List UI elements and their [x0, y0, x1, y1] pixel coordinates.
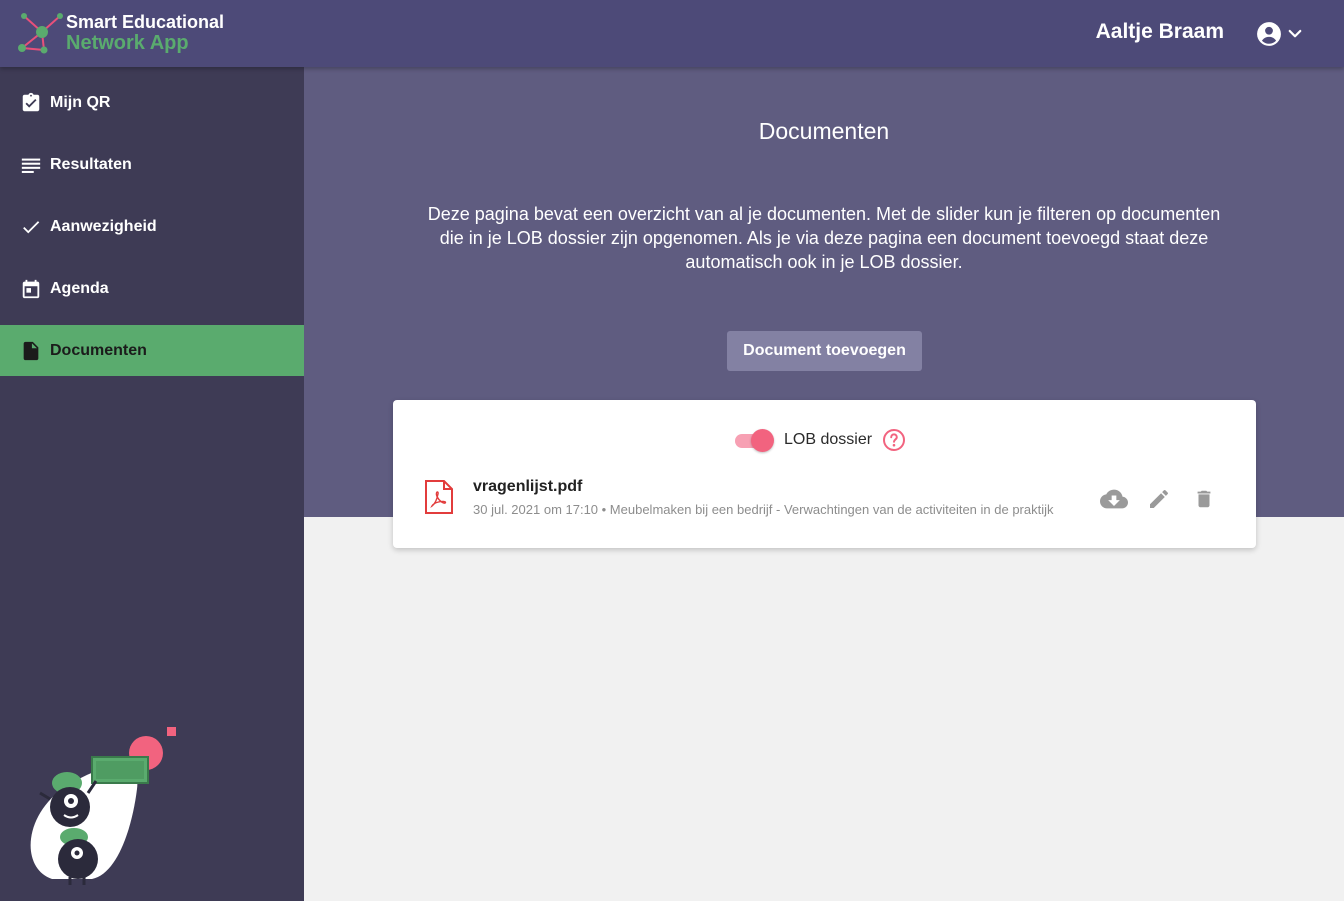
sidebar-item-label: Resultaten	[50, 155, 132, 173]
pencil-icon	[1150, 489, 1169, 508]
logo-title-line1: Smart Educational	[66, 12, 225, 32]
app-logo[interactable]: Smart Educational Network App	[16, 10, 256, 58]
trash-icon	[1197, 490, 1211, 508]
sidebar-item-aanwezigheid[interactable]: Aanwezigheid	[0, 201, 304, 252]
page-intro-text: Deze pagina bevat een overzicht van al j…	[427, 204, 1221, 272]
top-bar: Smart Educational Network App Aaltje Bra…	[0, 0, 1344, 67]
sidebar-item-agenda[interactable]: Agenda	[0, 263, 304, 314]
account-circle-icon	[1257, 22, 1281, 46]
mascot-illustration	[30, 727, 176, 885]
document-row[interactable]: vragenlijst.pdf 30 jul. 2021 om 17:10 • …	[423, 476, 1233, 524]
sidebar-item-label: Aanwezigheid	[50, 217, 157, 235]
lob-dossier-toggle[interactable]	[733, 428, 775, 452]
logo-title-line2: Network App	[66, 32, 189, 54]
lob-filter: LOB dossier	[733, 428, 906, 452]
account-menu-button[interactable]	[1256, 20, 1308, 48]
documents-card: LOB dossier vragenlijst.pdf 30 jul. 2021…	[393, 400, 1256, 548]
checkmark-icon	[23, 220, 40, 233]
network-logo-icon	[18, 13, 63, 54]
document-name[interactable]: vragenlijst.pdf	[473, 478, 582, 496]
delete-button[interactable]	[1189, 484, 1219, 514]
help-icon[interactable]	[882, 428, 906, 452]
lob-dossier-label: LOB dossier	[784, 431, 873, 448]
edit-button[interactable]	[1144, 484, 1174, 514]
document-icon	[23, 341, 39, 360]
sidebar-item-resultaten[interactable]: Resultaten	[0, 139, 304, 190]
document-meta: 30 jul. 2021 om 17:10 • Meubelmaken bij …	[473, 502, 1054, 517]
add-document-button[interactable]: Document toevoegen	[727, 331, 922, 371]
sidebar-item-label: Documenten	[50, 341, 147, 359]
clipboard-check-icon	[22, 92, 40, 111]
sidebar-item-label: Mijn QR	[50, 93, 111, 111]
sidebar: Mijn QR Resultaten Aanwezigheid Agenda D…	[0, 67, 304, 901]
sidebar-item-label: Agenda	[50, 279, 109, 297]
download-button[interactable]	[1099, 484, 1129, 514]
chevron-down-icon	[1288, 29, 1302, 38]
calendar-icon	[22, 279, 40, 298]
sidebar-item-documenten[interactable]: Documenten	[0, 325, 304, 376]
page-title: Documenten	[758, 118, 890, 144]
toggle-thumb	[751, 429, 774, 452]
list-lines-icon	[21, 158, 41, 173]
user-name: Aaltje Braam	[1095, 20, 1224, 43]
pdf-file-icon	[425, 480, 453, 514]
sidebar-item-mijn-qr[interactable]: Mijn QR	[0, 77, 304, 128]
cloud-download-icon	[1100, 489, 1128, 509]
